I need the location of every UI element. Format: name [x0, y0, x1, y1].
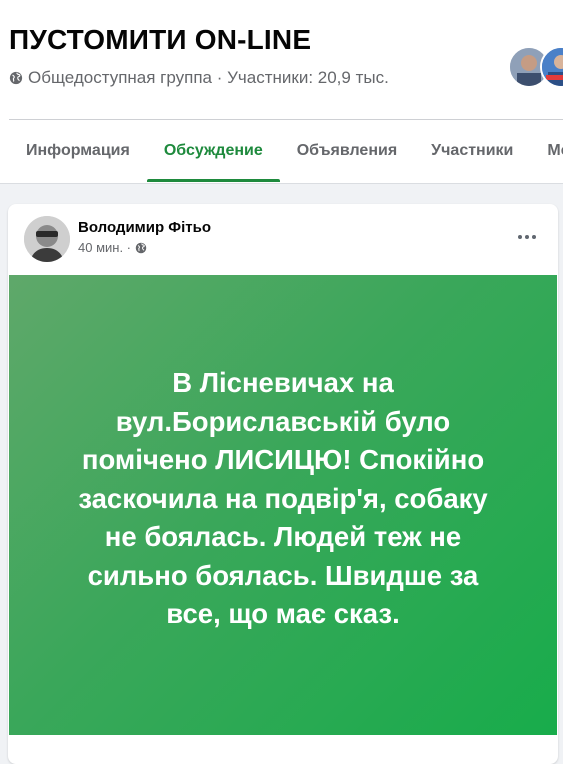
tab-info[interactable]: Информация — [9, 120, 147, 182]
tab-announcements[interactable]: Объявления — [280, 120, 414, 182]
group-title[interactable]: ПУСТОМИТИ ON-LINE — [9, 24, 311, 56]
post-text: В Лісневичах на вул.Бориславській було п… — [78, 367, 488, 630]
group-tabs: Информация Обсуждение Объявления Участни… — [9, 120, 563, 182]
tab-members[interactable]: Участники — [414, 120, 530, 182]
group-meta-text: Общедоступная группа · Участники: 20,9 т… — [28, 68, 389, 87]
post-card: Володимир Фітьо 40 мин. · В Лісневичах н… — [8, 204, 558, 764]
post-time-text[interactable]: 40 мин. · — [78, 240, 131, 255]
globe-icon — [135, 242, 147, 253]
globe-icon — [9, 71, 23, 85]
post-timestamp: 40 мин. · — [78, 240, 147, 255]
group-meta: Общедоступная группа · Участники: 20,9 т… — [9, 68, 389, 88]
member-avatars[interactable] — [508, 46, 563, 88]
group-header: ПУСТОМИТИ ON-LINE Общедоступная группа ·… — [0, 0, 563, 184]
tab-discussion[interactable]: Обсуждение — [146, 120, 280, 182]
author-avatar[interactable] — [24, 216, 70, 262]
tab-more[interactable]: Ме — [530, 120, 563, 182]
post-colored-background: В Лісневичах на вул.Бориславській було п… — [9, 275, 557, 735]
more-horizontal-icon[interactable] — [512, 226, 542, 248]
post-author-name[interactable]: Володимир Фітьо — [78, 219, 211, 236]
